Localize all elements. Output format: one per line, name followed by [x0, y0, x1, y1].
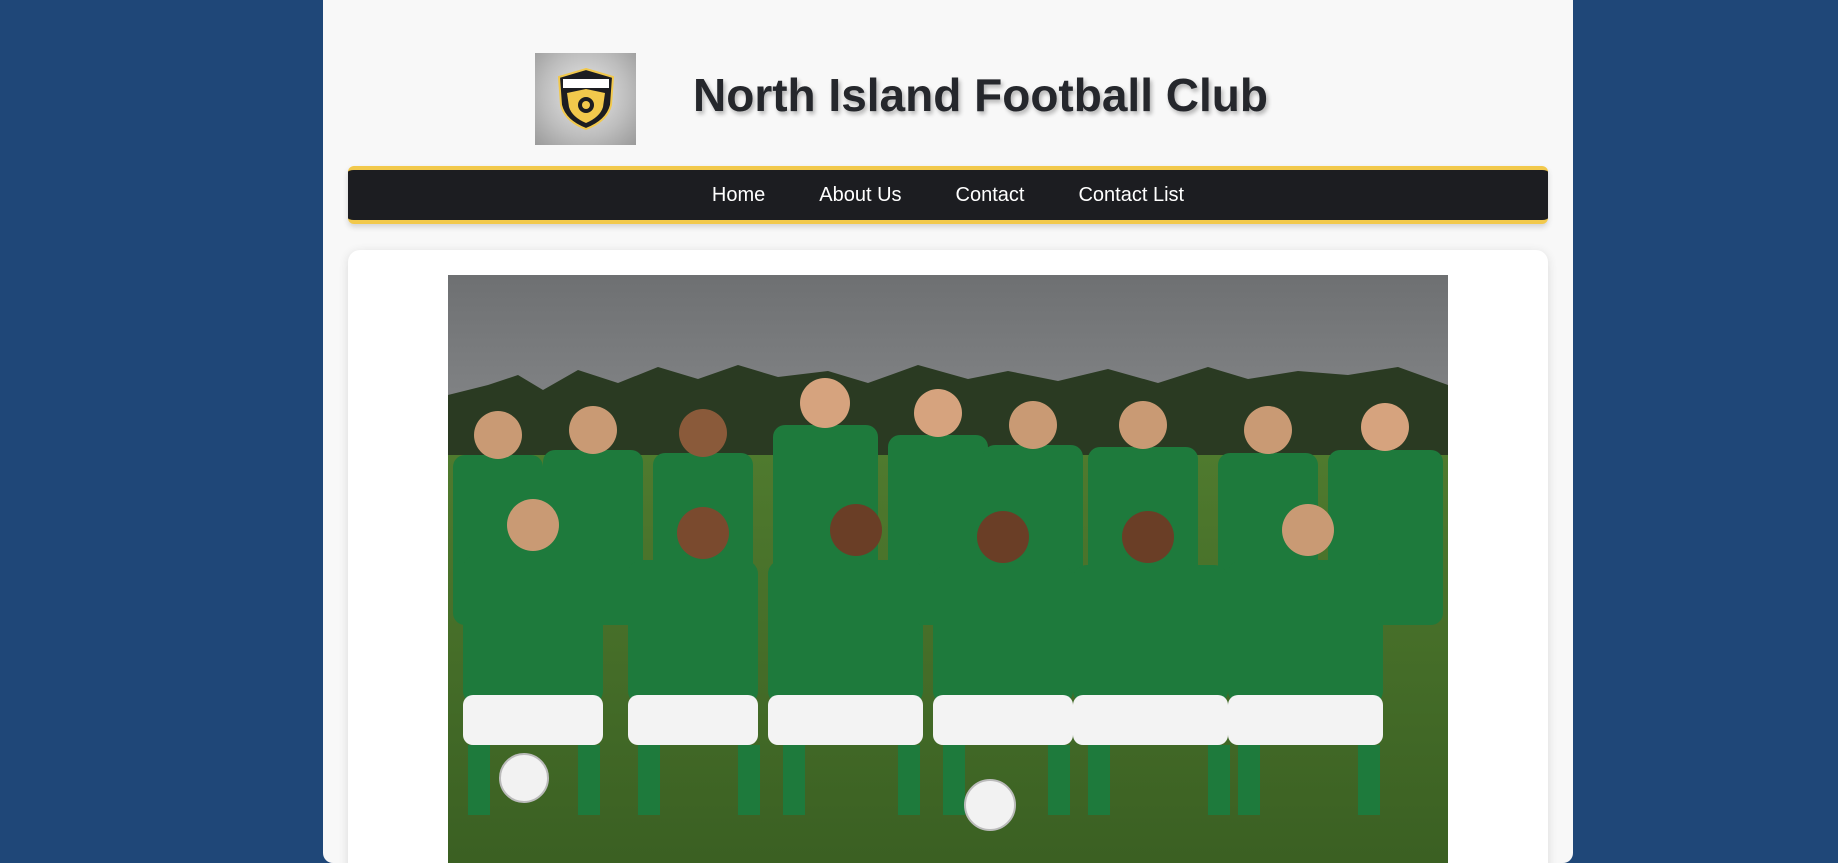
- club-crest-icon: [557, 67, 614, 131]
- club-logo[interactable]: [535, 53, 636, 145]
- nav-contact-link[interactable]: Contact: [929, 184, 1052, 207]
- nav-home-link[interactable]: Home: [685, 184, 792, 207]
- nav-contact-list-link[interactable]: Contact List: [1051, 184, 1211, 207]
- team-photo-image: [448, 275, 1448, 863]
- main-navbar: Home About Us Contact Contact List: [348, 166, 1548, 224]
- site-header: North Island Football Club: [323, 0, 1573, 166]
- page-title: North Island Football Club: [693, 69, 1268, 121]
- nav-about-link[interactable]: About Us: [792, 184, 928, 207]
- football-center: [964, 779, 1016, 831]
- content-card: [348, 250, 1548, 863]
- team-photo: [448, 275, 1448, 863]
- page-container: North Island Football Club Home About Us…: [323, 0, 1573, 863]
- football-left: [499, 753, 549, 803]
